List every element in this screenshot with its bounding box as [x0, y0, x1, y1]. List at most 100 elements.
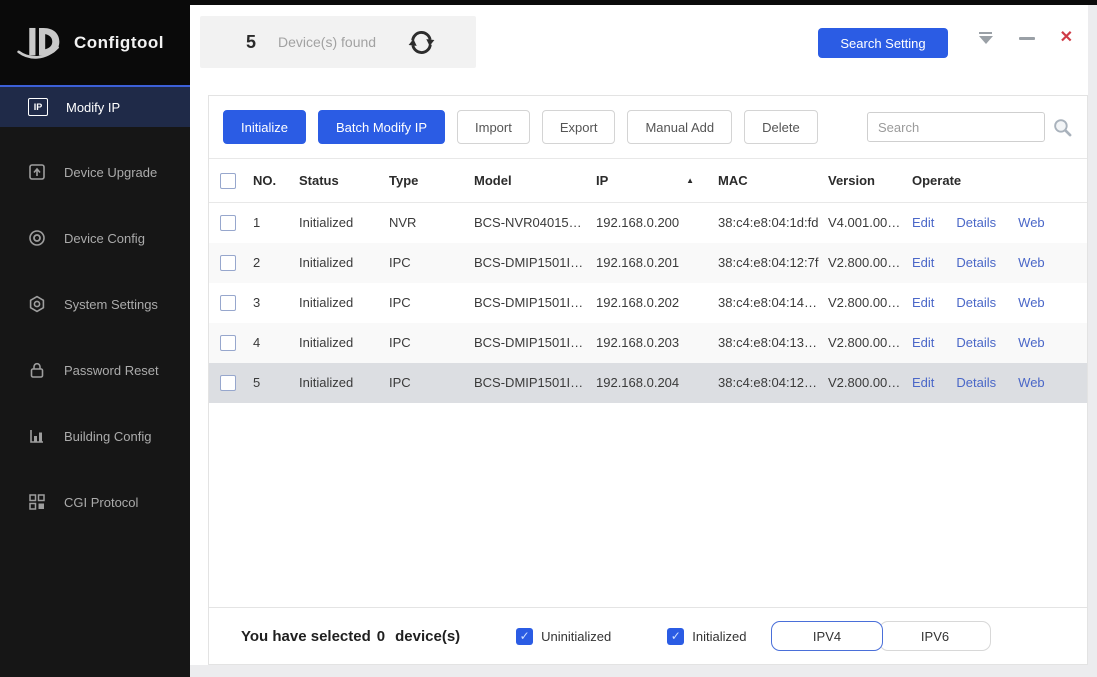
refresh-icon	[408, 30, 435, 54]
edit-link[interactable]: Edit	[912, 335, 934, 350]
bar-chart-icon	[30, 430, 43, 443]
details-link[interactable]: Details	[956, 215, 996, 230]
magnifier-icon	[1054, 118, 1072, 136]
refresh-button[interactable]	[408, 29, 435, 56]
ip-version-toggle: IPV4 IPV6	[771, 621, 991, 651]
device-count-label: Device(s) found	[278, 34, 377, 50]
row-checkbox[interactable]	[220, 334, 236, 351]
table-row[interactable]: 2 Initialized IPC BCS-DMIP1501IR-... 192…	[209, 242, 1087, 283]
sidebar-item-label: Modify IP	[66, 99, 121, 115]
device-count: 5	[246, 31, 257, 52]
minimize-icon[interactable]	[1018, 36, 1035, 40]
sidebar-item-system-settings[interactable]: System Settings	[0, 283, 190, 325]
lock-icon	[30, 362, 44, 378]
table-row[interactable]: 3 Initialized IPC BCS-DMIP1501IR-... 192…	[209, 283, 1087, 323]
sidebar-item-building-config[interactable]: Building Config	[0, 415, 190, 457]
table-row[interactable]: 1 Initialized NVR BCS-NVR04015ME-II 192.…	[209, 203, 1087, 243]
brand-name: Configtool	[74, 32, 164, 52]
grid-icon	[29, 494, 45, 510]
uninitialized-label: Uninitialized	[541, 628, 612, 644]
details-link[interactable]: Details	[956, 255, 996, 270]
ip-badge-icon: IP	[28, 98, 48, 116]
column-header-no: NO.	[245, 158, 291, 203]
column-header-status: Status	[291, 158, 381, 203]
configtool-window: Configtool IP Modify IP Device Upgrade D…	[0, 0, 1097, 677]
device-panel: Initialize Batch Modify IP Import Export…	[208, 95, 1088, 665]
column-header-version: Version	[820, 158, 904, 203]
toolbar: Initialize Batch Modify IP Import Export…	[209, 96, 1087, 158]
initialized-label: Initialized	[692, 628, 747, 644]
sidebar-item-password-reset[interactable]: Password Reset	[0, 349, 190, 391]
window-top-strip	[190, 0, 1097, 5]
sidebar-item-label: Building Config	[64, 428, 152, 444]
brand-d-logo-icon	[17, 27, 60, 59]
gear-icon	[29, 295, 45, 313]
edit-link[interactable]: Edit	[912, 215, 934, 230]
edit-link[interactable]: Edit	[912, 375, 934, 390]
device-found-bar: 5 Device(s) found	[200, 16, 476, 68]
web-link[interactable]: Web	[1018, 375, 1045, 390]
selected-count: 0	[376, 627, 386, 645]
filter-initialized[interactable]: ✓ Initialized	[667, 627, 747, 645]
search-input[interactable]	[867, 112, 1045, 142]
selection-summary: You have selected 0 device(s)	[241, 627, 461, 645]
sidebar-item-label: System Settings	[64, 296, 158, 312]
search-button[interactable]	[1052, 117, 1073, 138]
select-all-checkbox[interactable]	[220, 172, 236, 189]
details-link[interactable]: Details	[956, 335, 996, 350]
initialize-button[interactable]: Initialize	[223, 110, 306, 144]
edit-link[interactable]: Edit	[912, 295, 934, 310]
search-setting-button[interactable]: Search Setting	[818, 28, 948, 58]
column-header-type: Type	[381, 158, 466, 203]
details-link[interactable]: Details	[956, 295, 996, 310]
right-gutter	[1088, 5, 1097, 677]
bottom-gutter	[190, 665, 1097, 677]
import-button[interactable]: Import	[457, 110, 530, 144]
row-checkbox[interactable]	[220, 374, 236, 391]
sidebar-item-label: Device Config	[64, 230, 145, 246]
ipv4-button[interactable]: IPV4	[771, 621, 883, 651]
sidebar-menu: IP Modify IP Device Upgrade Device Confi…	[0, 85, 190, 523]
sidebar-item-modify-ip[interactable]: IP Modify IP	[0, 85, 190, 127]
edit-link[interactable]: Edit	[912, 255, 934, 270]
row-checkbox[interactable]	[220, 215, 236, 232]
initialized-checkbox[interactable]: ✓	[667, 627, 685, 645]
column-header-mac: MAC	[710, 158, 820, 203]
web-link[interactable]: Web	[1018, 215, 1045, 230]
sort-asc-arrow[interactable]: ▲	[686, 176, 694, 185]
upload-box-icon	[29, 164, 45, 180]
export-button[interactable]: Export	[541, 110, 616, 144]
sidebar-item-label: Device Upgrade	[64, 164, 158, 180]
column-header-operate: Operate	[904, 158, 1087, 203]
uninitialized-checkbox[interactable]: ✓	[516, 627, 534, 645]
delete-button[interactable]: Delete	[744, 110, 818, 144]
row-checkbox[interactable]	[220, 254, 236, 271]
close-icon[interactable]: ✕	[1060, 30, 1073, 46]
target-icon	[29, 230, 45, 246]
table-header-row: NO. Status Type Model IP ▲ MAC Version O	[209, 158, 1087, 203]
collapse-filter-icon[interactable]	[978, 31, 994, 45]
details-link[interactable]: Details	[956, 375, 996, 390]
web-link[interactable]: Web	[1018, 295, 1045, 310]
row-checkbox[interactable]	[220, 294, 236, 311]
web-link[interactable]: Web	[1018, 335, 1045, 350]
web-link[interactable]: Web	[1018, 255, 1045, 270]
manual-add-button[interactable]: Manual Add	[627, 110, 733, 144]
filter-uninitialized[interactable]: ✓ Uninitialized	[516, 627, 612, 645]
sidebar-item-device-upgrade[interactable]: Device Upgrade	[0, 151, 190, 193]
device-table: NO. Status Type Model IP ▲ MAC Version O	[209, 158, 1087, 403]
table-row[interactable]: 4 Initialized IPC BCS-DMIP1501IR-... 192…	[209, 322, 1087, 363]
batch-modify-ip-button[interactable]: Batch Modify IP	[317, 110, 446, 144]
sidebar-item-cgi-protocol[interactable]: CGI Protocol	[0, 481, 190, 523]
footer-bar: You have selected 0 device(s) ✓ Uninitiali…	[209, 607, 1087, 664]
window-controls: ✕	[978, 30, 1073, 46]
sidebar: Configtool IP Modify IP Device Upgrade D…	[0, 0, 190, 677]
column-header-ip[interactable]: IP ▲	[588, 158, 710, 203]
main-area: 5 Device(s) found Search Setting ✕ Initi…	[190, 0, 1097, 677]
sidebar-item-label: Password Reset	[64, 362, 159, 378]
ipv6-button[interactable]: IPV6	[879, 621, 991, 651]
sidebar-item-device-config[interactable]: Device Config	[0, 217, 190, 259]
brand-logo: Configtool	[0, 0, 190, 85]
column-header-model: Model	[466, 158, 588, 203]
table-row[interactable]: 5 Initialized IPC BCS-DMIP1501IR-... 192…	[209, 362, 1087, 403]
